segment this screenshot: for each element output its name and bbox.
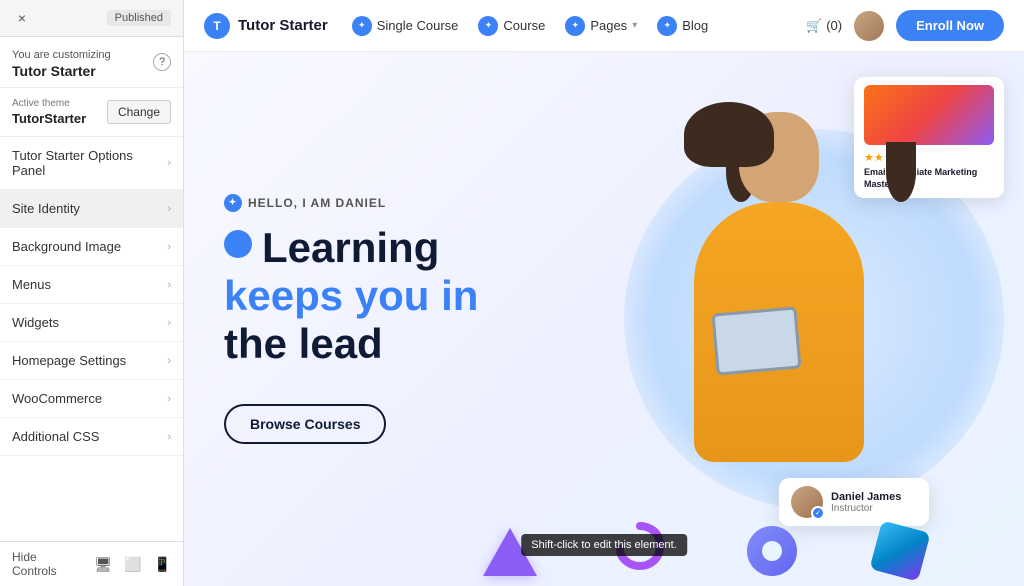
hero-section: ✦ HELLO, I AM DANIEL Learning keeps you … (184, 52, 1024, 586)
menu-item-label: Additional CSS (12, 429, 99, 444)
avatar-image (854, 11, 884, 41)
donut-shape (747, 526, 797, 576)
menu-item-label: Widgets (12, 315, 59, 330)
customizing-label: You are customizing (12, 49, 111, 61)
hero-title: Learning keeps you in the lead (224, 224, 478, 369)
person-hair (684, 102, 774, 167)
nav-label: Single Course (377, 18, 459, 33)
chevron-right-icon: › (167, 431, 171, 443)
change-theme-button[interactable]: Change (107, 100, 171, 124)
nav-item-blog[interactable]: ✦ Blog (657, 16, 708, 36)
sidebar-bottom: Hide Controls 🖥 ⬜ 📱 (0, 541, 183, 586)
sidebar-item-homepage-settings[interactable]: Homepage Settings › (0, 342, 183, 380)
sidebar-item-site-identity[interactable]: Site Identity › (0, 190, 183, 228)
course-card-title: Email & Affiliate Marketing Mastermind (864, 167, 994, 190)
menu-item-label: Site Identity (12, 201, 80, 216)
bottom-shapes (384, 506, 1024, 586)
chevron-right-icon: › (167, 279, 171, 291)
course-card-image (864, 85, 994, 145)
enroll-now-button[interactable]: Enroll Now (896, 10, 1004, 41)
sidebar: × Published You are customizing Tutor St… (0, 0, 184, 586)
nav-items: ✦ Single Course ✦ Course ✦ Pages ▾ ✦ Blog (352, 16, 782, 36)
browse-courses-button[interactable]: Browse Courses (224, 404, 386, 444)
hero-subtitle: ✦ HELLO, I AM DANIEL (224, 194, 478, 212)
nav-item-pages[interactable]: ✦ Pages ▾ (565, 16, 637, 36)
active-theme-label: Active theme (12, 98, 86, 109)
nav-label: Blog (682, 18, 708, 33)
published-badge: Published (107, 10, 171, 26)
avatar (854, 11, 884, 41)
chevron-right-icon: › (167, 241, 171, 253)
mobile-icon[interactable]: 📱 (154, 556, 171, 573)
cube-shape (870, 520, 931, 581)
sidebar-menu: Tutor Starter Options Panel›Site Identit… (0, 137, 183, 541)
sidebar-item-widgets[interactable]: Widgets › (0, 304, 183, 342)
site-logo: T Tutor Starter (204, 13, 328, 39)
menu-item-label: WooCommerce (12, 391, 102, 406)
hero-content: ✦ HELLO, I AM DANIEL Learning keeps you … (224, 194, 478, 445)
dropdown-icon: ▾ (632, 20, 637, 31)
bottom-icons: 🖥 ⬜ 📱 (94, 556, 171, 573)
header-right: 🛒 (0) Enroll Now (806, 10, 1004, 41)
chevron-right-icon: › (167, 355, 171, 367)
tooltip: Shift-click to edit this element. (521, 534, 687, 556)
nav-icon: ✦ (657, 16, 677, 36)
chevron-right-icon: › (167, 317, 171, 329)
sidebar-item-tutor-options[interactable]: Tutor Starter Options Panel› (0, 137, 183, 190)
nav-icon: ✦ (565, 16, 585, 36)
hide-controls-button[interactable]: Hide Controls (12, 550, 82, 578)
nav-icon: ✦ (478, 16, 498, 36)
menu-item-label: Menus (12, 277, 51, 292)
active-theme-section: Active theme TutorStarter Change (0, 88, 183, 137)
sidebar-item-additional-css[interactable]: Additional CSS › (0, 418, 183, 456)
hero-title-line3: the lead (224, 320, 478, 368)
instructor-name: Daniel James (831, 491, 901, 503)
sidebar-top-bar: × Published (0, 0, 183, 37)
site-title: Tutor Starter (238, 17, 328, 34)
menu-item-label: Background Image (12, 239, 121, 254)
customizing-theme-name: Tutor Starter (12, 63, 111, 79)
customizing-section: You are customizing Tutor Starter ? (0, 37, 183, 88)
logo-icon: T (204, 13, 230, 39)
nav-icon: ✦ (352, 16, 372, 36)
hero-title-line2: keeps you in (224, 272, 478, 320)
chevron-right-icon: › (167, 203, 171, 215)
course-card: ★★★★ Email & Affiliate Marketing Masterm… (854, 77, 1004, 198)
chevron-right-icon: › (167, 157, 171, 169)
help-icon[interactable]: ? (153, 53, 171, 71)
nav-label: Pages (590, 18, 627, 33)
nav-item-single-course[interactable]: ✦ Single Course (352, 16, 459, 36)
nav-label: Course (503, 18, 545, 33)
chevron-right-icon: › (167, 393, 171, 405)
sidebar-item-menus[interactable]: Menus › (0, 266, 183, 304)
site-header: T Tutor Starter ✦ Single Course ✦ Course ✦ Pa… (184, 0, 1024, 52)
nav-item-course[interactable]: ✦ Course (478, 16, 545, 36)
active-theme-name: TutorStarter (12, 111, 86, 126)
menu-item-label: Tutor Starter Options Panel (12, 148, 167, 178)
desktop-icon[interactable]: 🖥 (94, 556, 112, 573)
course-stars: ★★★★ (864, 151, 994, 164)
main-content: T Tutor Starter ✦ Single Course ✦ Course ✦ Pa… (184, 0, 1024, 586)
tablet-icon[interactable]: ⬜ (124, 556, 141, 573)
menu-item-label: Homepage Settings (12, 353, 126, 368)
close-button[interactable]: × (12, 8, 32, 28)
person-hair-right (886, 142, 916, 202)
hero-subtitle-icon: ✦ (224, 194, 242, 212)
person-tablet (711, 306, 801, 375)
sidebar-item-woocommerce[interactable]: WooCommerce › (0, 380, 183, 418)
sidebar-item-background-image[interactable]: Background Image › (0, 228, 183, 266)
cart-icon[interactable]: 🛒 (0) (806, 18, 842, 34)
hero-title-icon (224, 230, 252, 258)
cart-count: (0) (826, 18, 842, 33)
